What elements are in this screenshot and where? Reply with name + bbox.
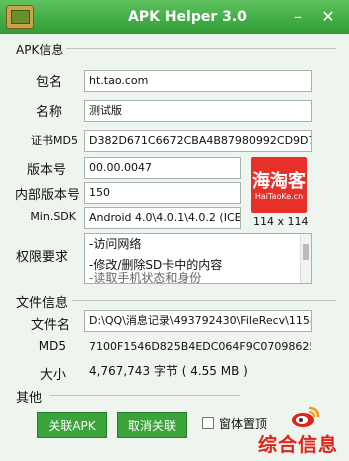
icon-brand-subtext: HaiTaoKe.cn: [254, 192, 304, 201]
version-field[interactable]: 00.00.0047: [84, 157, 241, 179]
permission-item: -访问网络: [89, 237, 142, 251]
size-label: 大小: [39, 368, 66, 383]
version-label: 版本号: [26, 163, 66, 178]
watermark-text: 综合信息: [258, 434, 339, 456]
minsdk-select[interactable]: Android 4.0\4.0.1\4.0.2 (ICE_CREAM_SANDW…: [84, 207, 241, 229]
filename-field[interactable]: D:\QQ\消息记录\493792430\FileRecv\115823: [84, 310, 312, 332]
md5-value: 7100F1546D825B4EDC064F9C07098625: [89, 340, 312, 353]
name-field[interactable]: 测试版: [84, 100, 312, 122]
section-apk-info: APK信息: [16, 43, 64, 57]
cert-md5-field[interactable]: D382D671C6672CBA4B87980992CD9D77: [84, 130, 312, 152]
app-icon: [6, 5, 34, 29]
section-divider: [50, 395, 240, 396]
cancel-associate-button[interactable]: 取消关联: [117, 412, 187, 438]
package-field[interactable]: ht.tao.com: [84, 70, 312, 92]
filename-label: 文件名: [30, 318, 70, 333]
md5-label: MD5: [38, 339, 66, 353]
minimize-button[interactable]: –: [288, 7, 308, 27]
apk-icon-image: 海淘客 HaiTaoKe.cn: [251, 157, 307, 213]
permissions-scrollbar[interactable]: [300, 234, 311, 283]
permissions-list[interactable]: -访问网络 -修改/删除SD卡中的内容 -读取手机状态和身份: [84, 233, 312, 284]
icon-size-label: 114 x 114: [253, 215, 309, 228]
section-file-info: 文件信息: [16, 296, 69, 311]
size-value: 4,767,743 字节 ( 4.55 MB ): [89, 364, 248, 378]
section-divider: [72, 300, 336, 301]
permission-item: -读取手机状态和身份: [89, 271, 202, 284]
internal-version-field[interactable]: 150: [84, 182, 241, 204]
window-title: APK Helper 3.0: [128, 9, 247, 25]
permissions-label: 权限要求: [15, 250, 68, 265]
associate-apk-button[interactable]: 关联APK: [37, 412, 107, 438]
title-bar: APK Helper 3.0 – ✕: [0, 0, 349, 34]
weibo-logo-icon: [292, 406, 320, 427]
internal-version-label: 内部版本号: [14, 188, 80, 203]
icon-brand-text: 海淘客: [252, 171, 306, 192]
section-divider: [66, 48, 336, 49]
section-other: 其他: [16, 391, 43, 406]
topmost-checkbox[interactable]: [202, 417, 214, 429]
name-label: 名称: [35, 105, 62, 120]
cert-md5-label: 证书MD5: [31, 134, 78, 147]
scrollbar-thumb[interactable]: [303, 244, 309, 260]
package-label: 包名: [35, 75, 62, 90]
close-button[interactable]: ✕: [318, 7, 338, 27]
minsdk-label: Min.SDK: [30, 210, 76, 223]
